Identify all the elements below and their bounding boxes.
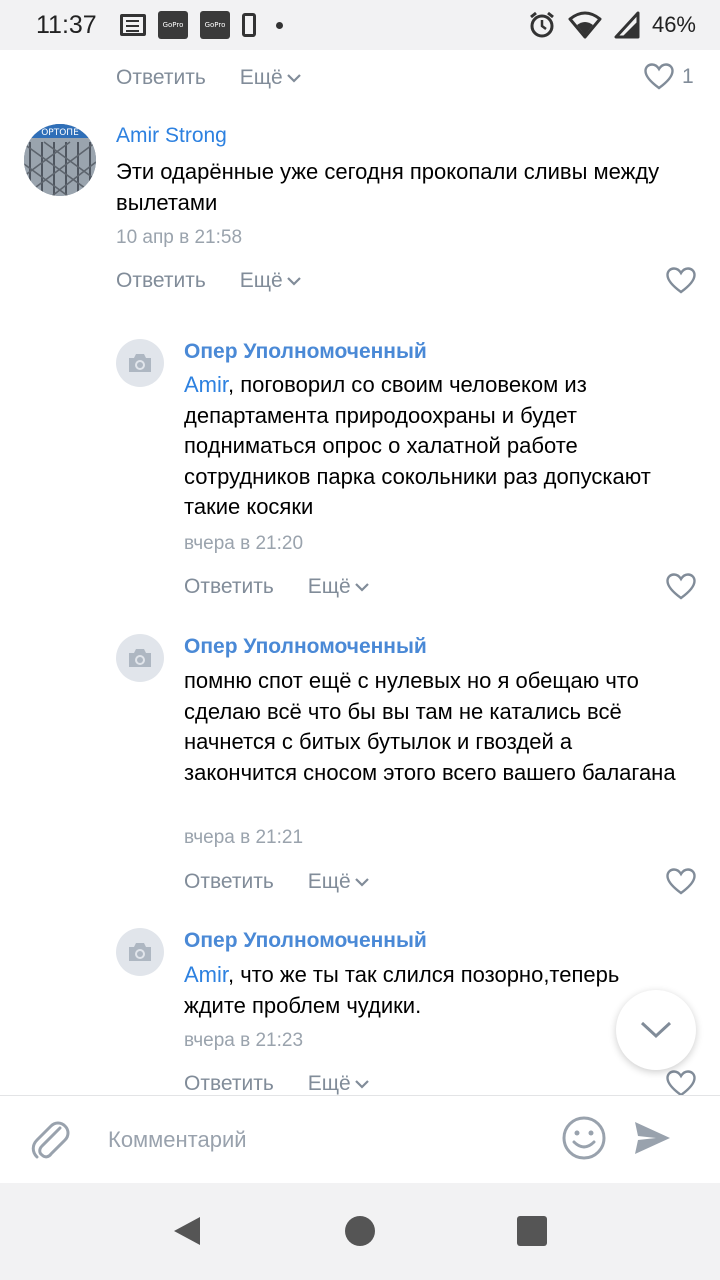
smiley-icon[interactable] xyxy=(560,1114,608,1162)
comments-feed[interactable]: Ответить Ещё 1 ОРТОПЕ Amir Strong Эти од… xyxy=(0,50,720,1095)
more-button[interactable]: Ещё xyxy=(240,66,301,90)
comment-time: 10 апр в 21:58 xyxy=(116,227,243,248)
wifi-icon xyxy=(568,11,602,39)
mention-link[interactable]: Amir xyxy=(184,372,228,397)
gopro-notification-icon: GoPro xyxy=(200,11,230,39)
status-bar: 11:37 GoPro GoPro 46% xyxy=(0,0,720,50)
comment-author[interactable]: Опер Уполномоченный xyxy=(184,635,427,659)
comment-actions: Ответить Ещё xyxy=(116,261,301,301)
comment-time: вчера в 21:21 xyxy=(184,827,304,848)
mention-link[interactable]: Amir xyxy=(184,962,228,987)
like-button[interactable] xyxy=(666,1070,696,1095)
more-label: Ещё xyxy=(239,66,283,89)
alarm-icon xyxy=(530,11,554,38)
like-button[interactable] xyxy=(666,573,696,600)
heart-icon xyxy=(666,573,696,600)
avatar[interactable]: ОРТОПЕ xyxy=(24,124,96,196)
heart-icon xyxy=(666,1070,696,1095)
heart-icon xyxy=(666,267,696,294)
chevron-down-icon xyxy=(640,1021,672,1039)
avatar-photo: ОРТОПЕ xyxy=(24,124,96,196)
avatar[interactable] xyxy=(116,339,164,387)
battery-level: 46% xyxy=(651,12,696,37)
heart-icon xyxy=(644,63,674,90)
like-count: 1 xyxy=(682,64,694,88)
comment-time: вчера в 21:23 xyxy=(184,1030,304,1051)
back-icon[interactable] xyxy=(172,1215,202,1247)
comment-text: Эти одарённые уже сегодня прокопали слив… xyxy=(116,159,660,215)
more-button[interactable]: Ещё xyxy=(240,269,301,293)
avatar[interactable] xyxy=(116,634,164,682)
home-icon[interactable] xyxy=(345,1216,375,1246)
comment-text: помню спот ещё с нулевых но я обещаю что… xyxy=(184,668,676,785)
comment-author[interactable]: Опер Уполномоченный xyxy=(184,929,427,953)
system-navigation-bar xyxy=(0,1183,720,1280)
heart-icon xyxy=(666,868,696,895)
chevron-down-icon xyxy=(354,583,369,592)
camera-icon xyxy=(129,354,151,372)
comment-text: Amir, поговорил со своим человеком из де… xyxy=(184,370,664,523)
reply-button[interactable]: Ответить xyxy=(116,269,206,293)
like-button[interactable] xyxy=(666,868,696,895)
recent-apps-icon[interactable] xyxy=(517,1216,547,1246)
more-label: Ещё xyxy=(239,269,283,292)
send-arrow-icon[interactable] xyxy=(632,1118,672,1158)
more-label: Ещё xyxy=(307,575,351,598)
reply-button[interactable]: Ответить xyxy=(184,870,274,894)
comment-input[interactable] xyxy=(108,1118,538,1162)
svg-text:ОРТОПЕ: ОРТОПЕ xyxy=(41,128,79,138)
chevron-down-icon xyxy=(286,277,301,286)
more-button[interactable]: Ещё xyxy=(308,1072,369,1095)
chevron-down-icon xyxy=(286,74,301,83)
phone-notification-icon xyxy=(242,13,256,37)
like-button[interactable] xyxy=(666,267,696,294)
comment-actions: Ответить Ещё xyxy=(116,58,301,98)
reply-button[interactable]: Ответить xyxy=(184,1072,274,1095)
reply-button[interactable]: Ответить xyxy=(184,575,274,599)
avatar[interactable] xyxy=(116,928,164,976)
news-notification-icon xyxy=(120,14,146,36)
comment-author[interactable]: Amir Strong xyxy=(116,124,227,148)
camera-icon xyxy=(129,943,151,961)
comment-body: , поговорил со своим человеком из департ… xyxy=(184,372,651,519)
more-button[interactable]: Ещё xyxy=(308,575,369,599)
cellular-signal-icon xyxy=(614,11,640,39)
reply-button[interactable]: Ответить xyxy=(116,66,206,90)
comment-actions: Ответить Ещё xyxy=(184,567,369,607)
comment-text: Amir, что же ты так слился позорно,тепер… xyxy=(184,960,674,1021)
like-button[interactable]: 1 xyxy=(644,63,694,90)
chevron-down-icon xyxy=(354,1080,369,1089)
paperclip-icon[interactable] xyxy=(30,1118,70,1162)
more-label: Ещё xyxy=(307,1072,351,1095)
comment-body: , что же ты так слился позорно,теперь жд… xyxy=(184,962,620,1018)
scroll-down-button[interactable] xyxy=(616,990,696,1070)
more-notifications-dot-icon xyxy=(276,21,283,29)
gopro-notification-icon: GoPro xyxy=(158,11,188,39)
comment-actions: Ответить Ещё xyxy=(184,862,369,902)
more-button[interactable]: Ещё xyxy=(308,870,369,894)
camera-icon xyxy=(129,649,151,667)
chevron-down-icon xyxy=(354,878,369,887)
comment-author[interactable]: Опер Уполномоченный xyxy=(184,340,427,364)
comment-time: вчера в 21:20 xyxy=(184,533,304,554)
status-time: 11:37 xyxy=(36,10,97,39)
comment-actions: Ответить Ещё xyxy=(184,1064,369,1095)
comment-composer xyxy=(0,1095,720,1183)
more-label: Ещё xyxy=(307,870,351,893)
